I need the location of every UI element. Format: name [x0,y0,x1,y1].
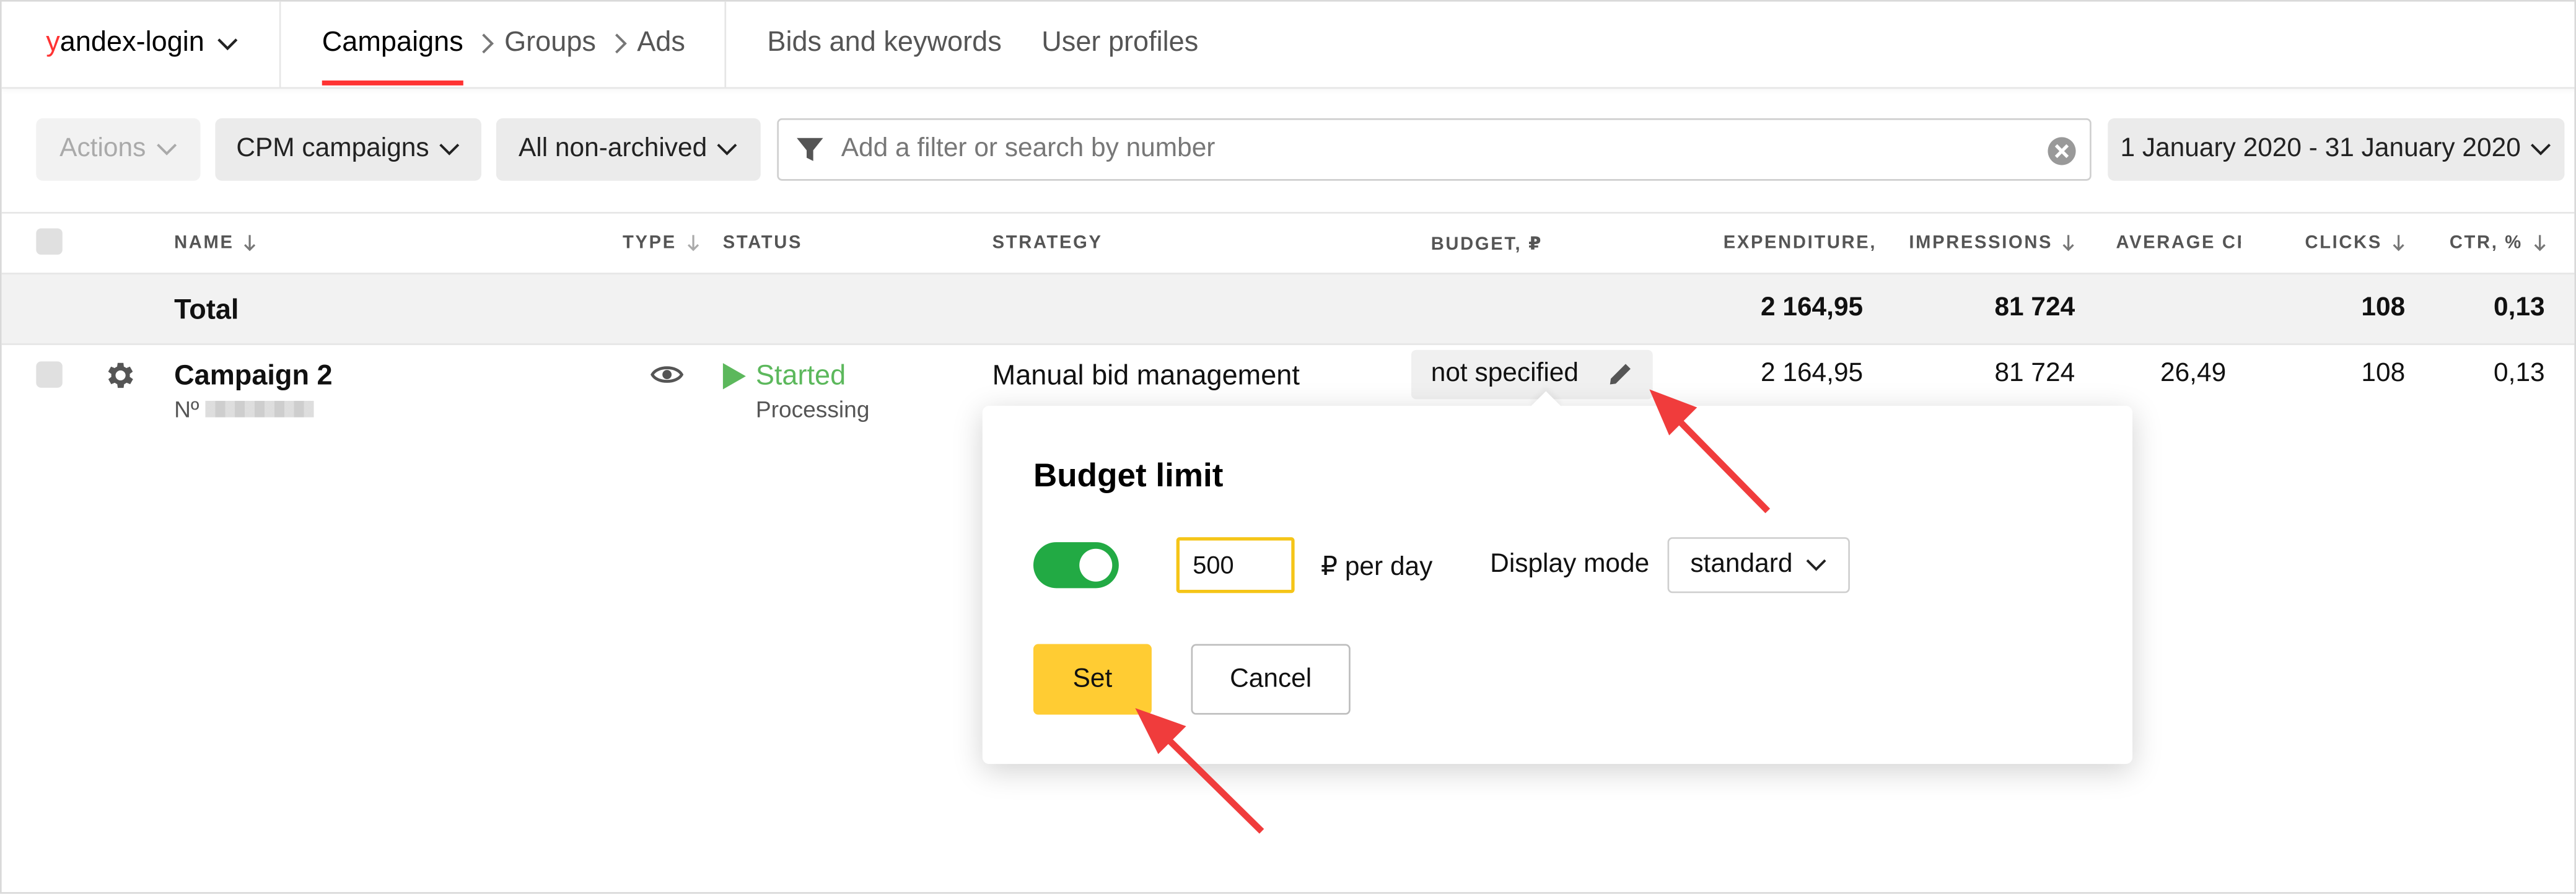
breadcrumb: Campaigns Groups Ads [322,26,685,85]
column-label: CLICKS [2305,233,2382,253]
column-label: NAME [174,233,234,253]
sort-arrow-icon [244,235,257,252]
total-expenditure: 2 164,95 [1760,294,1864,322]
row-average-cpc: 26,49 [2160,359,2227,388]
display-mode-value: standard [1690,550,1793,579]
budget-limit-popup: Budget limit ₽ per day Display mode stan… [982,405,2133,765]
toggle-knob [1079,548,1113,582]
row-clicks: 108 [2361,359,2406,388]
sort-arrow-icon [2062,235,2075,252]
row-checkbox[interactable] [36,361,63,388]
tab-user-profiles[interactable]: User profiles [1041,26,1198,59]
column-header-clicks[interactable]: CLICKS [2305,234,2405,253]
date-range-value: 1 January 2020 - 31 January 2020 [2120,134,2521,163]
sort-arrow-icon [2392,235,2405,252]
actions-button[interactable]: Actions [36,118,201,181]
sort-arrow-icon [2533,235,2546,252]
archive-filter-select[interactable]: All non-archived [496,118,761,181]
budget-amount-input[interactable] [1176,537,1295,594]
tab-campaigns[interactable]: Campaigns [322,26,463,85]
budget-edit-chip[interactable]: not specified [1411,349,1653,400]
account-switcher[interactable]: y andex-login [46,26,239,59]
play-icon [722,363,746,398]
total-clicks: 108 [2361,294,2406,322]
sort-arrow-icon [686,235,699,252]
header-divider [724,1,727,87]
date-range-picker[interactable]: 1 January 2020 - 31 January 2020 [2108,118,2565,181]
column-header-name[interactable]: NAME [174,234,257,253]
table-top-border [1,212,2575,214]
filter-search-box [777,118,2092,181]
column-header-expenditure[interactable]: EXPENDITURE, [1724,234,1877,253]
total-impressions: 81 724 [1994,294,2075,322]
column-label: CTR, % [2449,233,2523,253]
total-label: Total [174,294,239,326]
login-prefix: y [46,26,60,58]
select-all-checkbox[interactable] [36,228,63,255]
row-expenditure: 2 164,95 [1760,359,1864,388]
display-mode-select[interactable]: standard [1667,537,1850,594]
gear-icon[interactable] [102,358,136,401]
clear-icon[interactable] [2047,136,2077,174]
status-subtext: Processing [755,396,870,423]
column-header-ctr[interactable]: CTR, % [2450,234,2546,253]
chevron-right-icon [481,32,494,53]
tab-ads[interactable]: Ads [637,26,685,59]
chevron-down-icon [1806,559,1827,572]
archive-filter-value: All non-archived [518,134,708,163]
filter-funnel-icon[interactable] [795,134,825,172]
budget-value: not specified [1430,359,1579,388]
header-divider [279,1,281,87]
row-ctr: 0,13 [2494,359,2545,388]
column-header-average-cpc[interactable]: AVERAGE CP [2116,234,2241,253]
tab-bids-and-keywords[interactable]: Bids and keywords [767,26,1001,59]
column-header-budget[interactable]: BUDGET, ₽ [1431,234,1543,255]
pencil-icon[interactable] [1608,361,1633,394]
per-day-label: ₽ per day [1321,553,1433,582]
campaign-type-value: CPM campaigns [236,134,429,163]
column-label: TYPE [623,233,677,253]
column-header-type[interactable]: TYPE [623,234,699,253]
chevron-down-icon [217,26,239,59]
actions-label: Actions [59,134,146,163]
login-name: andex-login [59,26,204,58]
row-impressions: 81 724 [1994,359,2075,388]
popup-title: Budget limit [1033,458,1224,495]
column-header-impressions[interactable]: IMPRESSIONS [1909,234,2075,253]
column-header-status[interactable]: STATUS [723,234,802,253]
number-label: Nº [174,396,199,423]
tab-groups[interactable]: Groups [504,26,596,59]
total-row: Total 2 164,95 81 724 108 0,13 [1,273,2575,345]
redacted-number [206,401,315,418]
chevron-down-icon [2531,143,2552,156]
campaign-number: Nº [174,396,315,423]
total-ctr: 0,13 [2494,294,2545,322]
column-header-strategy[interactable]: STRATEGY [992,234,1103,253]
budget-limit-toggle[interactable] [1033,542,1119,589]
screen: y andex-login Campaigns Groups Ads Bids a… [0,0,2576,894]
cancel-button[interactable]: Cancel [1191,644,1351,715]
chevron-down-icon [717,143,738,156]
display-mode-label: Display mode [1490,550,1650,579]
chevron-down-icon [156,143,177,156]
campaign-type-select[interactable]: CPM campaigns [215,118,481,181]
eye-icon [651,363,684,394]
top-header: y andex-login Campaigns Groups Ads Bids a… [1,1,2575,89]
search-input[interactable] [841,123,1991,176]
chevron-right-icon [614,32,627,53]
chevron-down-icon [439,143,460,156]
status-text: Started [755,359,846,392]
campaign-name-link[interactable]: Campaign 2 [174,360,333,393]
set-button[interactable]: Set [1033,644,1152,715]
column-label: IMPRESSIONS [1909,233,2053,253]
strategy-value: Manual bid management [992,359,1300,392]
